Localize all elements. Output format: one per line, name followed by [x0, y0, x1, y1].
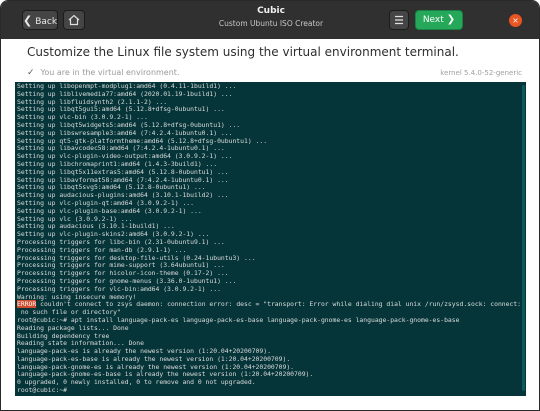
- terminal-line-text: no such file or directory": [17, 308, 121, 317]
- terminal-line-text: Setting up vlc-plugin-qt:amd64 (3.0.9.2-…: [17, 198, 194, 207]
- terminal-line-text: Setting up libqt5gui5:amd64 (5.12.8+dfsg…: [17, 105, 225, 114]
- terminal-line-text: root@cubic:~#: [17, 386, 68, 395]
- kernel-version: kernel 5.4.0-52-generic: [440, 69, 522, 77]
- terminal-line-text: Building dependency tree: [17, 331, 110, 340]
- cubic-window: ❮ Back Cubic Custom Ubuntu ISO Creator Ne…: [0, 0, 540, 411]
- terminal-line-text: Setting up libopenmpt-modplug1:amd64 (0.…: [17, 82, 237, 90]
- title-bar: ❮ Back Cubic Custom Ubuntu ISO Creator Ne…: [1, 1, 539, 39]
- terminal-line-text: root@cubic:~# apt install language-pack-…: [17, 315, 460, 324]
- terminal-line-text: Setting up libswresample3:amd64 (7:4.2.4…: [17, 128, 233, 137]
- chevron-right-icon: ❯: [446, 14, 456, 25]
- terminal-line-text: language-pack-es-base is already the new…: [17, 354, 291, 363]
- terminal-line-text: Warning: using insecure memory!: [17, 292, 137, 301]
- terminal-line-text: Setting up audacious (3.10.1-1build1) ..…: [17, 222, 175, 231]
- terminal-line-text: Processing triggers for vlc-bin:amd64 (3…: [17, 284, 221, 293]
- back-button[interactable]: ❮ Back: [22, 10, 58, 30]
- terminal-line-text: Setting up libqt5x11extras5:amd64 (5.12.…: [17, 167, 229, 176]
- page-heading: Customize the Linux file system using th…: [27, 45, 459, 59]
- terminal-line-text: Setting up vlc-plugin-video-output:amd64…: [17, 152, 233, 161]
- terminal-line-text: Processing triggers for gnome-menus (3.3…: [17, 276, 237, 285]
- home-icon: [68, 14, 80, 26]
- home-button[interactable]: [63, 10, 85, 30]
- terminal-line-text: Processing triggers for man-db (2.9.1-1)…: [17, 245, 187, 254]
- window-title: Cubic Custom Ubuntu ISO Creator: [151, 5, 391, 29]
- checkmark-icon: ✓: [27, 68, 35, 78]
- terminal-line-text: Setting up libfluidsynth2 (2.1.1-2) ...: [17, 97, 168, 106]
- terminal-line-text: Reading package lists... Done: [17, 323, 129, 332]
- terminal-line-text: Setting up libavformat58:amd64 (7:4.2.4-…: [17, 175, 229, 184]
- terminal-line-text: Setting up vlc-bin (3.0.9.2-1) ...: [17, 113, 148, 122]
- terminal-line-text: Setting up audacious-plugins:amd64 (3.10…: [17, 191, 229, 200]
- chevron-left-icon: ❮: [23, 14, 33, 27]
- terminal-line-text: Setting up qt5-gtk-platformtheme:amd64 (…: [17, 136, 268, 145]
- terminal-line-text: language-pack-es is already the newest v…: [17, 347, 271, 356]
- app-title: Cubic: [257, 6, 285, 16]
- terminal-scrollbar[interactable]: [522, 85, 525, 391]
- back-button-label: Back: [35, 17, 58, 27]
- terminal-line-text: Processing triggers for libc-bin (2.31-0…: [17, 237, 225, 246]
- terminal-line-text: language-pack-gnome-es-base is already t…: [17, 370, 314, 379]
- error-label: ERROR: [17, 300, 37, 309]
- terminal-line: 0 upgraded, 0 newly installed, 0 to remo…: [17, 378, 521, 387]
- terminal-line-text: Setting up libqt5svg5:amd64 (5.12.8-0ubu…: [17, 183, 206, 192]
- terminal-line-text: Setting up vlc (3.0.9.2-1) ...: [17, 214, 133, 223]
- terminal-line-text: Processing triggers for mime-support (3.…: [17, 261, 225, 270]
- terminal-output: Setting up libopenmpt-modplug1:amd64 (0.…: [17, 82, 522, 395]
- terminal-line-text: Reading state information... Done: [17, 339, 144, 348]
- terminal-line-text: Setting up liblivemedia77:amd64 (2020.01…: [17, 89, 233, 98]
- terminal-line-text: language-pack-gnome-es is already the ne…: [17, 362, 295, 371]
- menu-button[interactable]: [389, 10, 409, 30]
- status-text: You are in the virtual environment.: [40, 68, 180, 77]
- terminal-line: root@cubic:~#: [17, 386, 521, 395]
- terminal-line-text: Processing triggers for hicolor-icon-the…: [17, 269, 229, 278]
- next-button-label: Next: [422, 15, 444, 25]
- terminal-line-text: Processing triggers for desktop-file-uti…: [17, 253, 256, 262]
- terminal[interactable]: Setting up libopenmpt-modplug1:amd64 (0.…: [15, 82, 526, 396]
- status-message: ✓ You are in the virtual environment.: [27, 68, 179, 78]
- terminal-line-text: couldn't connect to zsys daemon: connect…: [36, 300, 522, 309]
- close-icon[interactable]: ×: [509, 14, 522, 27]
- hamburger-menu-icon: [395, 15, 403, 25]
- terminal-line-text: Setting up libqt5widgets5:amd64 (5.12.8+…: [17, 120, 241, 129]
- terminal-line-text: Setting up vlc-plugin-skins2:amd64 (3.0.…: [17, 230, 210, 239]
- terminal-line-text: 0 upgraded, 0 newly installed, 0 to remo…: [17, 378, 256, 387]
- app-subtitle: Custom Ubuntu ISO Creator: [218, 19, 324, 28]
- terminal-line-text: Setting up libchromaprint1:amd64 (1.4.3-…: [17, 159, 218, 168]
- terminal-line-text: Setting up libavcodec58:amd64 (7:4.2.4-1…: [17, 144, 225, 153]
- terminal-line-text: Setting up vlc-plugin-base:amd64 (3.0.9.…: [17, 206, 202, 215]
- next-button[interactable]: Next ❯: [415, 10, 463, 30]
